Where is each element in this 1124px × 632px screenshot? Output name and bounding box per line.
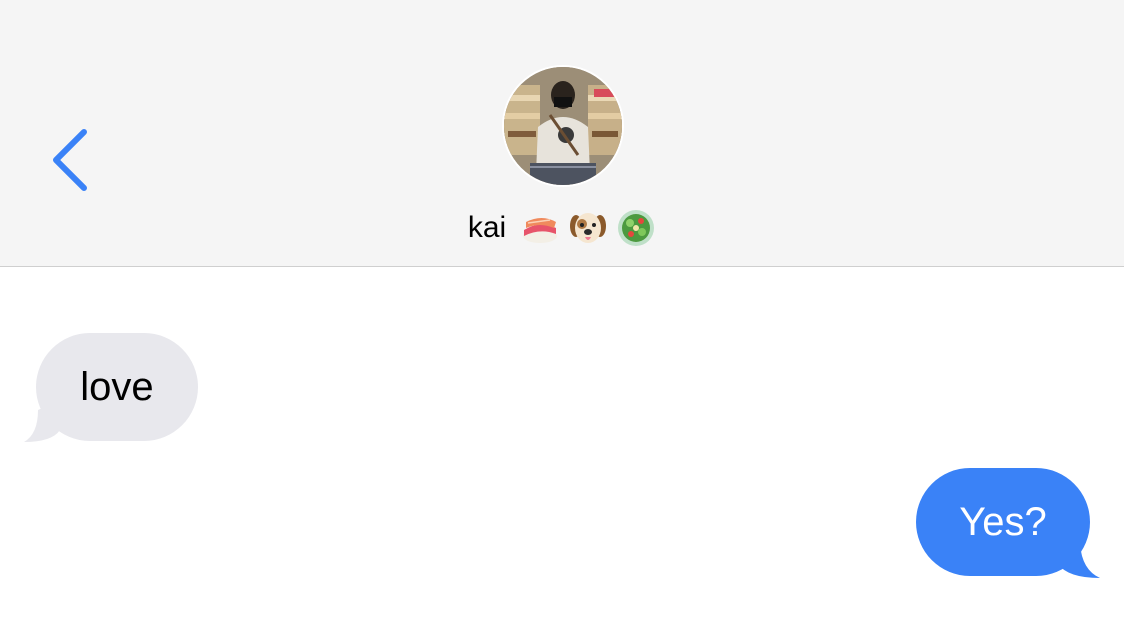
conversation-header: kai [0, 0, 1124, 267]
sent-message-bubble[interactable]: Yes? [916, 468, 1090, 576]
chevron-left-icon [53, 129, 87, 191]
sushi-emoji [520, 208, 560, 248]
dog-face-emoji [568, 208, 608, 248]
contact-name-row[interactable]: kai [0, 200, 1124, 256]
contact-name: kai [467, 211, 507, 244]
avatar[interactable] [502, 65, 624, 187]
message-text: love [80, 365, 154, 409]
back-button[interactable] [44, 122, 100, 198]
salad-emoji [616, 208, 656, 248]
message-text: Yes? [959, 500, 1047, 544]
received-message-bubble[interactable]: love [36, 333, 198, 441]
